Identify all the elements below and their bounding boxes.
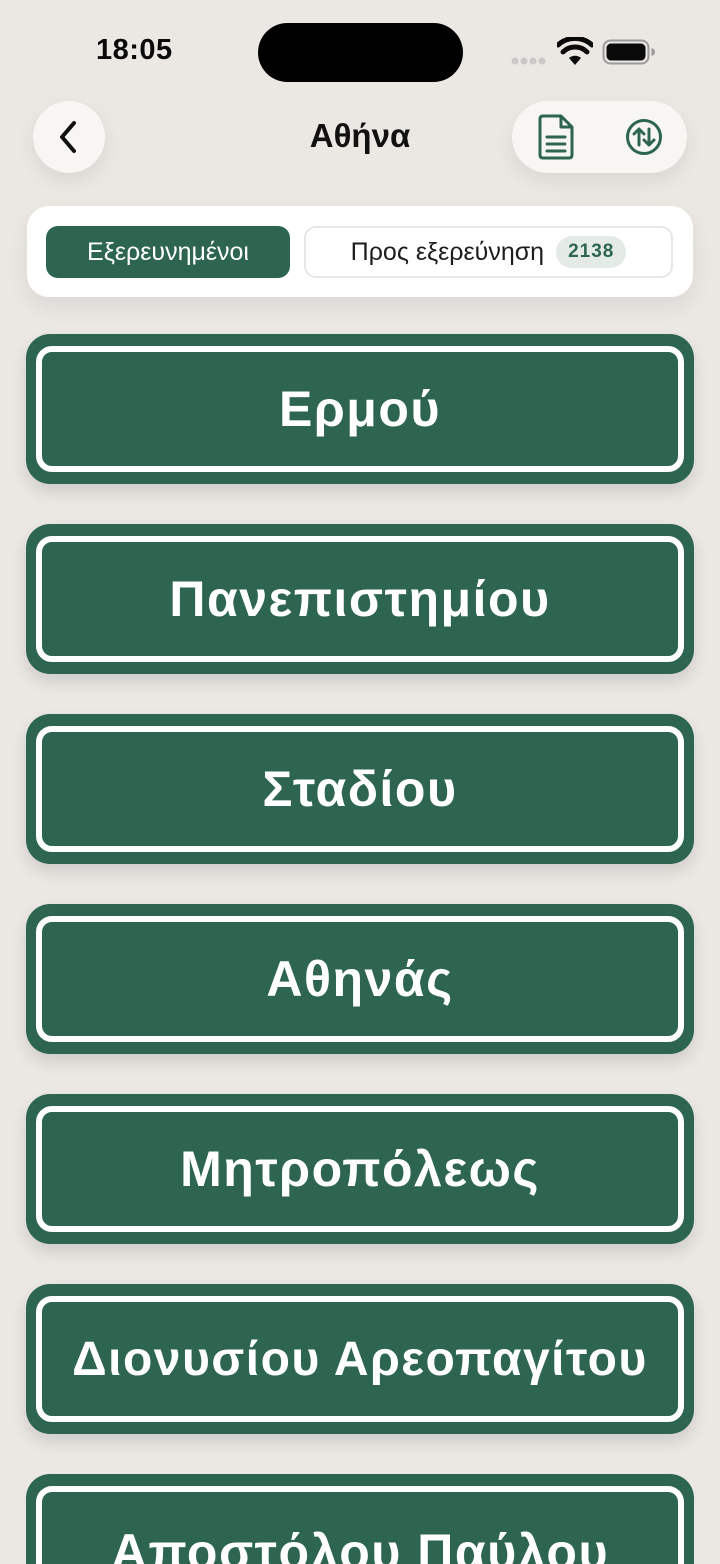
- status-time: 18:05: [96, 34, 173, 66]
- to-explore-count-badge: 2138: [556, 236, 627, 268]
- tab-explored-label: Εξερευνημένοι: [87, 237, 249, 266]
- back-button[interactable]: [33, 101, 105, 173]
- street-sign-border: Πανεπιστημίου: [36, 536, 684, 662]
- street-sign-border: Αθηνάς: [36, 916, 684, 1042]
- street-sign-border: Μητροπόλεως: [36, 1106, 684, 1232]
- document-icon: [538, 114, 574, 160]
- tab-to-explore-label: Προς εξερεύνηση: [350, 237, 545, 266]
- street-sign[interactable]: Σταδίου: [26, 714, 694, 864]
- street-name: Αποστόλου Παύλου: [110, 1524, 610, 1564]
- street-name: Μητροπόλεως: [180, 1141, 540, 1197]
- street-sign[interactable]: Διονυσίου Αρεοπαγίτου: [26, 1284, 694, 1434]
- street-sign-border: Διονυσίου Αρεοπαγίτου: [36, 1296, 684, 1422]
- street-name: Πανεπιστημίου: [169, 571, 551, 627]
- street-sign-border: Αποστόλου Παύλου: [36, 1486, 684, 1564]
- street-sign-border: Σταδίου: [36, 726, 684, 852]
- wifi-icon: [557, 37, 593, 65]
- street-sign[interactable]: Πανεπιστημίου: [26, 524, 694, 674]
- tab-explored[interactable]: Εξερευνημένοι: [46, 226, 290, 278]
- street-sign[interactable]: Αθηνάς: [26, 904, 694, 1054]
- status-bar: 18:05: [0, 0, 720, 100]
- segmented-control: Εξερευνημένοι Προς εξερεύνηση 2138: [27, 206, 693, 297]
- dynamic-island: [258, 23, 463, 82]
- street-name: Ερμού: [278, 381, 442, 437]
- cellular-signal-icon: [511, 57, 546, 65]
- street-name: Αθηνάς: [266, 951, 454, 1007]
- street-sign[interactable]: Ερμού: [26, 334, 694, 484]
- street-name: Σταδίου: [262, 761, 458, 817]
- document-button[interactable]: [532, 113, 580, 161]
- street-sign[interactable]: Μητροπόλεως: [26, 1094, 694, 1244]
- battery-icon: [602, 39, 655, 65]
- sort-arrows-icon: [626, 119, 662, 155]
- street-name: Διονυσίου Αρεοπαγίτου: [72, 1332, 648, 1386]
- sort-button[interactable]: [624, 117, 664, 157]
- street-sign[interactable]: Αποστόλου Παύλου: [26, 1474, 694, 1564]
- tab-to-explore[interactable]: Προς εξερεύνηση 2138: [304, 226, 673, 278]
- street-sign-border: Ερμού: [36, 346, 684, 472]
- page-title: Αθήνα: [309, 117, 411, 154]
- header-actions: [512, 101, 687, 173]
- chevron-left-icon: [60, 121, 76, 153]
